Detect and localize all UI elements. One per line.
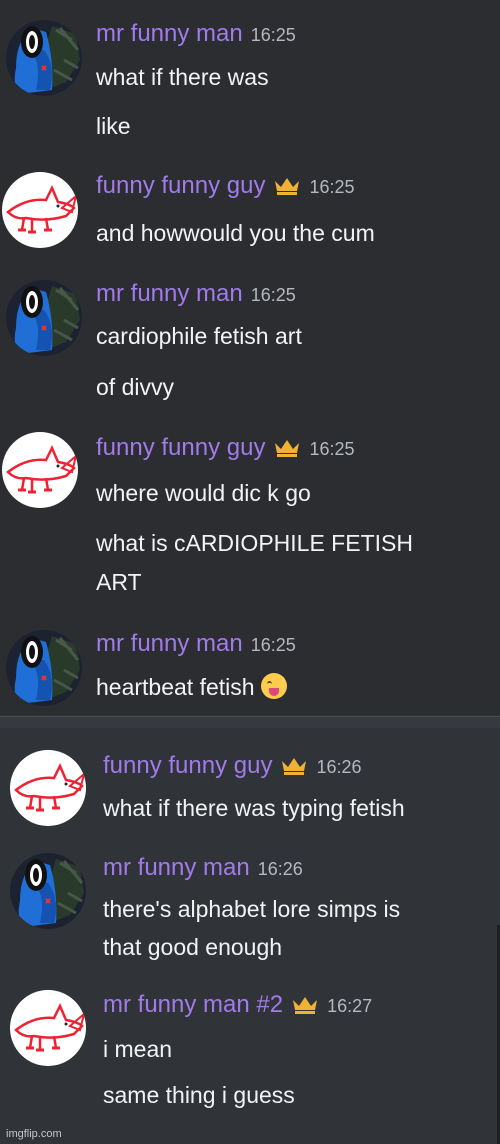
message-text: and howwould you the cum xyxy=(96,220,375,246)
timestamp: 16:26 xyxy=(257,859,303,879)
message-text: like xyxy=(96,113,131,139)
blue-character-avatar xyxy=(6,630,82,706)
blue-character-avatar xyxy=(6,280,82,356)
username[interactable]: funny funny guy xyxy=(103,752,272,779)
message-text: what if there was xyxy=(96,64,269,90)
message-text: same thing i guess xyxy=(103,1082,295,1108)
avatar[interactable] xyxy=(2,432,78,508)
message-text: heartbeat fetish xyxy=(96,672,287,702)
message-text-part: heartbeat fetish xyxy=(96,674,255,700)
avatar[interactable] xyxy=(10,750,86,826)
message-text: there's alphabet lore simps is xyxy=(103,896,401,922)
avatar[interactable] xyxy=(2,172,78,248)
crown-icon xyxy=(280,755,308,775)
shark-avatar xyxy=(10,990,86,1066)
message-text: that good enough xyxy=(103,934,283,960)
username[interactable]: funny funny guy xyxy=(96,172,265,199)
message-text: cardiophile fetish art xyxy=(96,323,302,349)
message-text: i mean xyxy=(103,1036,173,1062)
shark-avatar xyxy=(2,172,78,248)
crown-icon xyxy=(273,437,301,457)
squinting-face-with-tongue-emoji[interactable] xyxy=(260,673,287,699)
blue-character-avatar xyxy=(6,20,82,96)
username[interactable]: mr funny man xyxy=(96,630,243,657)
timestamp: 16:25 xyxy=(309,177,355,197)
message-text: what is cARDIOPHILE FETISH xyxy=(96,530,413,556)
avatar[interactable] xyxy=(10,990,86,1066)
avatar[interactable] xyxy=(6,20,82,96)
crown-icon xyxy=(291,994,319,1014)
avatar[interactable] xyxy=(6,630,82,706)
timestamp: 16:26 xyxy=(316,757,362,777)
avatar[interactable] xyxy=(10,853,86,929)
timestamp: 16:25 xyxy=(250,285,296,305)
message-text: of divvy xyxy=(96,374,174,400)
chat-panel-top xyxy=(0,0,500,718)
watermark: imgflip.com xyxy=(6,1128,62,1140)
username[interactable]: funny funny guy xyxy=(96,434,265,461)
username[interactable]: mr funny man xyxy=(96,20,243,47)
username[interactable]: mr funny man xyxy=(96,280,243,307)
username[interactable]: mr funny man xyxy=(103,854,250,881)
timestamp: 16:27 xyxy=(327,996,373,1016)
timestamp: 16:25 xyxy=(250,635,296,655)
avatar[interactable] xyxy=(6,280,82,356)
shark-avatar xyxy=(10,750,86,826)
blue-character-avatar xyxy=(10,853,86,929)
message-text: where would dic k go xyxy=(96,480,311,506)
timestamp: 16:25 xyxy=(250,25,296,45)
message-text: what if there was typing fetish xyxy=(103,795,405,821)
shark-avatar xyxy=(2,432,78,508)
username[interactable]: mr funny man #2 xyxy=(103,991,283,1018)
crown-icon xyxy=(273,175,301,195)
timestamp: 16:25 xyxy=(309,439,355,459)
message-text: ART xyxy=(96,569,142,595)
